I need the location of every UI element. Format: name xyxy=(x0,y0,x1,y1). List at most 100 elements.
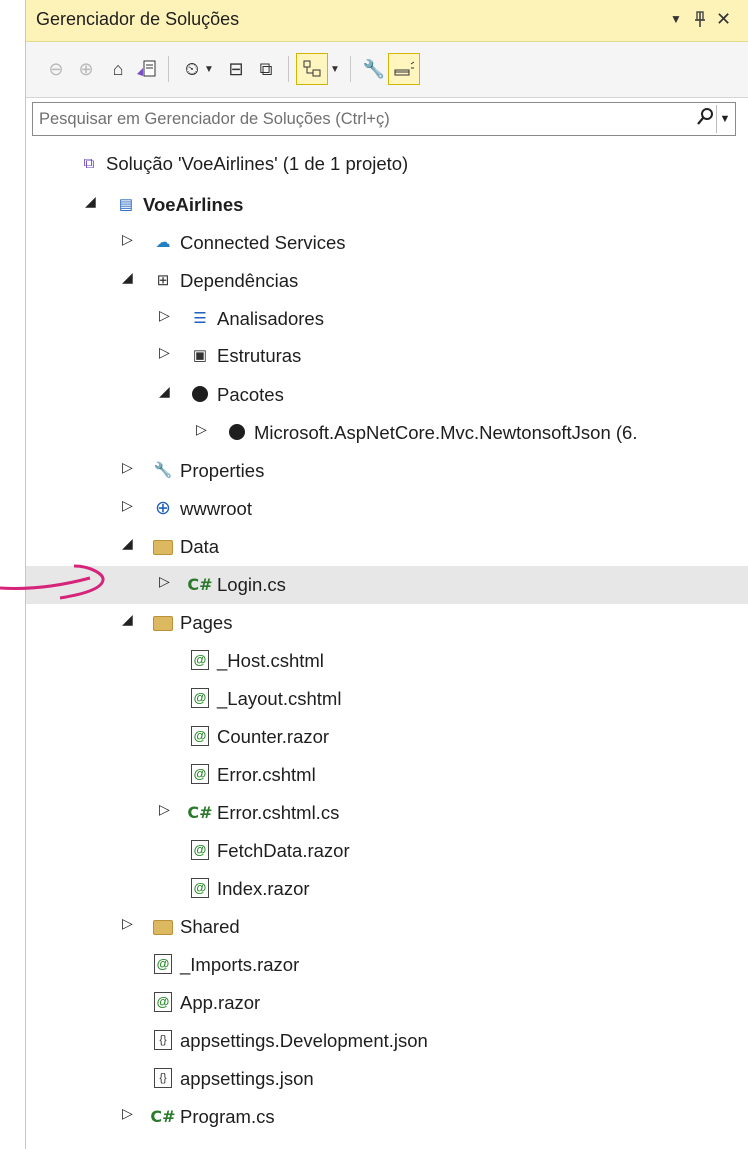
tree-item-label: Analisadores xyxy=(217,308,324,329)
expanded-arrow-icon[interactable]: ◢ xyxy=(122,535,133,552)
razor-icon: @ xyxy=(189,649,211,671)
analyzer-icon: ☰ xyxy=(193,310,207,327)
folder-icon xyxy=(152,535,174,557)
tree-item-label: Program.cs xyxy=(180,1106,275,1127)
tree-item[interactable]: ▷ C# Login.cs xyxy=(26,566,748,604)
expanded-arrow-icon[interactable]: ◢ xyxy=(122,611,133,628)
tree-item[interactable]: ▷ C# Program.cs xyxy=(26,1098,748,1136)
tree-item[interactable]: @ FetchData.razor xyxy=(26,832,748,870)
properties-icon: 🔧 xyxy=(153,462,173,479)
forward-icon[interactable]: ⊕ xyxy=(72,55,100,83)
tree-item-label: appsettings.json xyxy=(180,1068,314,1089)
tree-item[interactable]: ▷ ▣ Estruturas xyxy=(26,337,748,375)
tree-item[interactable]: ◢ Data xyxy=(26,528,748,566)
tree-item[interactable]: ◢ ⊞ Dependências xyxy=(26,262,748,300)
razor-icon: @ xyxy=(189,687,211,709)
tree-item-label: Error.cshtml xyxy=(217,764,316,785)
tree-item[interactable]: @ Index.razor xyxy=(26,870,748,908)
tree-item-label: Counter.razor xyxy=(217,726,330,747)
json-icon: {} xyxy=(152,1067,174,1089)
tree-item[interactable]: ◢ Pages xyxy=(26,604,748,642)
show-all-files-icon[interactable]: ⧉ xyxy=(252,55,280,83)
tree-item-label: _Imports.razor xyxy=(180,954,300,975)
tree-item[interactable]: @ Counter.razor xyxy=(26,718,748,756)
tree-item-label: Pacotes xyxy=(217,384,284,405)
tree-item[interactable]: ▷ C# Error.cshtml.cs xyxy=(26,794,748,832)
json-icon: {} xyxy=(152,1029,174,1051)
globe-icon: ⊕ xyxy=(155,497,171,519)
expanded-arrow-icon[interactable]: ◢ xyxy=(159,383,170,400)
search-options-dropdown[interactable]: ▼ xyxy=(716,105,733,133)
tree-item-label: Solução 'VoeAirlines' (1 de 1 projeto) xyxy=(106,153,409,174)
tree-item[interactable]: ▷ ☰ Analisadores xyxy=(26,300,748,338)
toolbar-separator xyxy=(168,56,169,82)
tree-item[interactable]: @ Error.cshtml xyxy=(26,756,748,794)
framework-icon: ▣ xyxy=(192,347,208,364)
toolbar-separator xyxy=(288,56,289,82)
wrench-icon[interactable]: 🔧 xyxy=(360,55,388,83)
razor-icon: @ xyxy=(189,877,211,899)
tree-item[interactable]: ▷ ⊕ wwwroot xyxy=(26,490,748,528)
tree-item[interactable]: @ _Host.cshtml xyxy=(26,642,748,680)
tree-item[interactable]: ◢ ▤ VoeAirlines xyxy=(26,186,748,224)
solution-icon: ⧉ xyxy=(83,154,95,172)
tree-item-label: Error.cshtml.cs xyxy=(217,802,340,823)
chevron-down-icon[interactable]: ▼ xyxy=(202,55,216,83)
connected-services-icon: ☁ xyxy=(155,234,171,251)
sync-with-active-document-icon[interactable] xyxy=(296,53,328,85)
tree-item[interactable]: ▷ ☁ Connected Services xyxy=(26,224,748,262)
collapsed-arrow-icon[interactable]: ▷ xyxy=(122,459,133,476)
collapsed-arrow-icon[interactable]: ▷ xyxy=(159,307,170,324)
tree-item[interactable]: {} appsettings.json xyxy=(26,1060,748,1098)
tree-item-label: VoeAirlines xyxy=(143,194,244,215)
toolbar-separator xyxy=(350,56,351,82)
collapsed-arrow-icon[interactable]: ▷ xyxy=(196,421,207,438)
collapsed-arrow-icon[interactable]: ▷ xyxy=(159,801,170,818)
expanded-arrow-icon[interactable]: ◢ xyxy=(122,269,133,286)
razor-icon: @ xyxy=(152,953,174,975)
preview-selected-items-icon[interactable] xyxy=(388,53,420,85)
package-icon xyxy=(189,383,211,405)
tree-item[interactable]: ⧉ Solução 'VoeAirlines' (1 de 1 projeto) xyxy=(26,145,748,183)
tree-item[interactable]: @ App.razor xyxy=(26,984,748,1022)
pin-icon[interactable] xyxy=(693,10,707,33)
tree-item[interactable]: ▷ Shared xyxy=(26,908,748,946)
collapsed-arrow-icon[interactable]: ▷ xyxy=(159,573,170,590)
collapsed-arrow-icon[interactable]: ▷ xyxy=(159,344,170,361)
tree-item-label: Login.cs xyxy=(217,574,286,595)
tree-item-label: Dependências xyxy=(180,270,299,291)
package-icon xyxy=(226,421,248,443)
tree-item[interactable]: {} appsettings.Development.json xyxy=(26,1022,748,1060)
panel-toolbar: ⊖ ⊕ ⌂ ⏲ ▼ ⊟ ⧉ ▼ 🔧 xyxy=(26,42,748,98)
tree-item[interactable]: ◢ Pacotes xyxy=(26,376,748,414)
tree-item[interactable]: ▷ 🔧 Properties xyxy=(26,452,748,490)
expanded-arrow-icon[interactable]: ◢ xyxy=(85,193,96,210)
razor-icon: @ xyxy=(189,725,211,747)
search-input[interactable]: Pesquisar em Gerenciador de Soluções (Ct… xyxy=(32,102,736,136)
chevron-down-icon[interactable]: ▼ xyxy=(328,55,342,83)
tree-item-label: Connected Services xyxy=(180,232,346,253)
search-icon[interactable] xyxy=(697,107,715,132)
close-icon[interactable]: ✕ xyxy=(716,9,731,30)
collapse-all-icon[interactable]: ⊟ xyxy=(222,55,250,83)
tree-item-label: Data xyxy=(180,536,220,557)
collapsed-arrow-icon[interactable]: ▷ xyxy=(122,915,133,932)
collapsed-arrow-icon[interactable]: ▷ xyxy=(122,497,133,514)
back-icon[interactable]: ⊖ xyxy=(42,55,70,83)
razor-icon: @ xyxy=(152,991,174,1013)
tree-item-label: App.razor xyxy=(180,992,261,1013)
tree-item[interactable]: @ _Imports.razor xyxy=(26,946,748,984)
collapsed-arrow-icon[interactable]: ▷ xyxy=(122,1105,133,1122)
tree-item[interactable]: ▷ Microsoft.AspNetCore.Mvc.NewtonsoftJson… xyxy=(26,414,748,452)
search-placeholder: Pesquisar em Gerenciador de Soluções (Ct… xyxy=(39,110,390,128)
collapsed-arrow-icon[interactable]: ▷ xyxy=(122,231,133,248)
switch-views-icon[interactable] xyxy=(132,55,160,83)
folder-icon xyxy=(152,611,174,633)
tree-item-label: Microsoft.AspNetCore.Mvc.NewtonsoftJson … xyxy=(254,422,638,443)
csharp-icon: C# xyxy=(187,574,213,594)
home-icon[interactable]: ⌂ xyxy=(104,55,132,83)
window-position-dropdown-icon[interactable]: ▼ xyxy=(670,12,682,26)
annotation-arrow xyxy=(0,564,105,600)
project-icon: ▤ xyxy=(118,196,134,213)
tree-item[interactable]: @ _Layout.cshtml xyxy=(26,680,748,718)
